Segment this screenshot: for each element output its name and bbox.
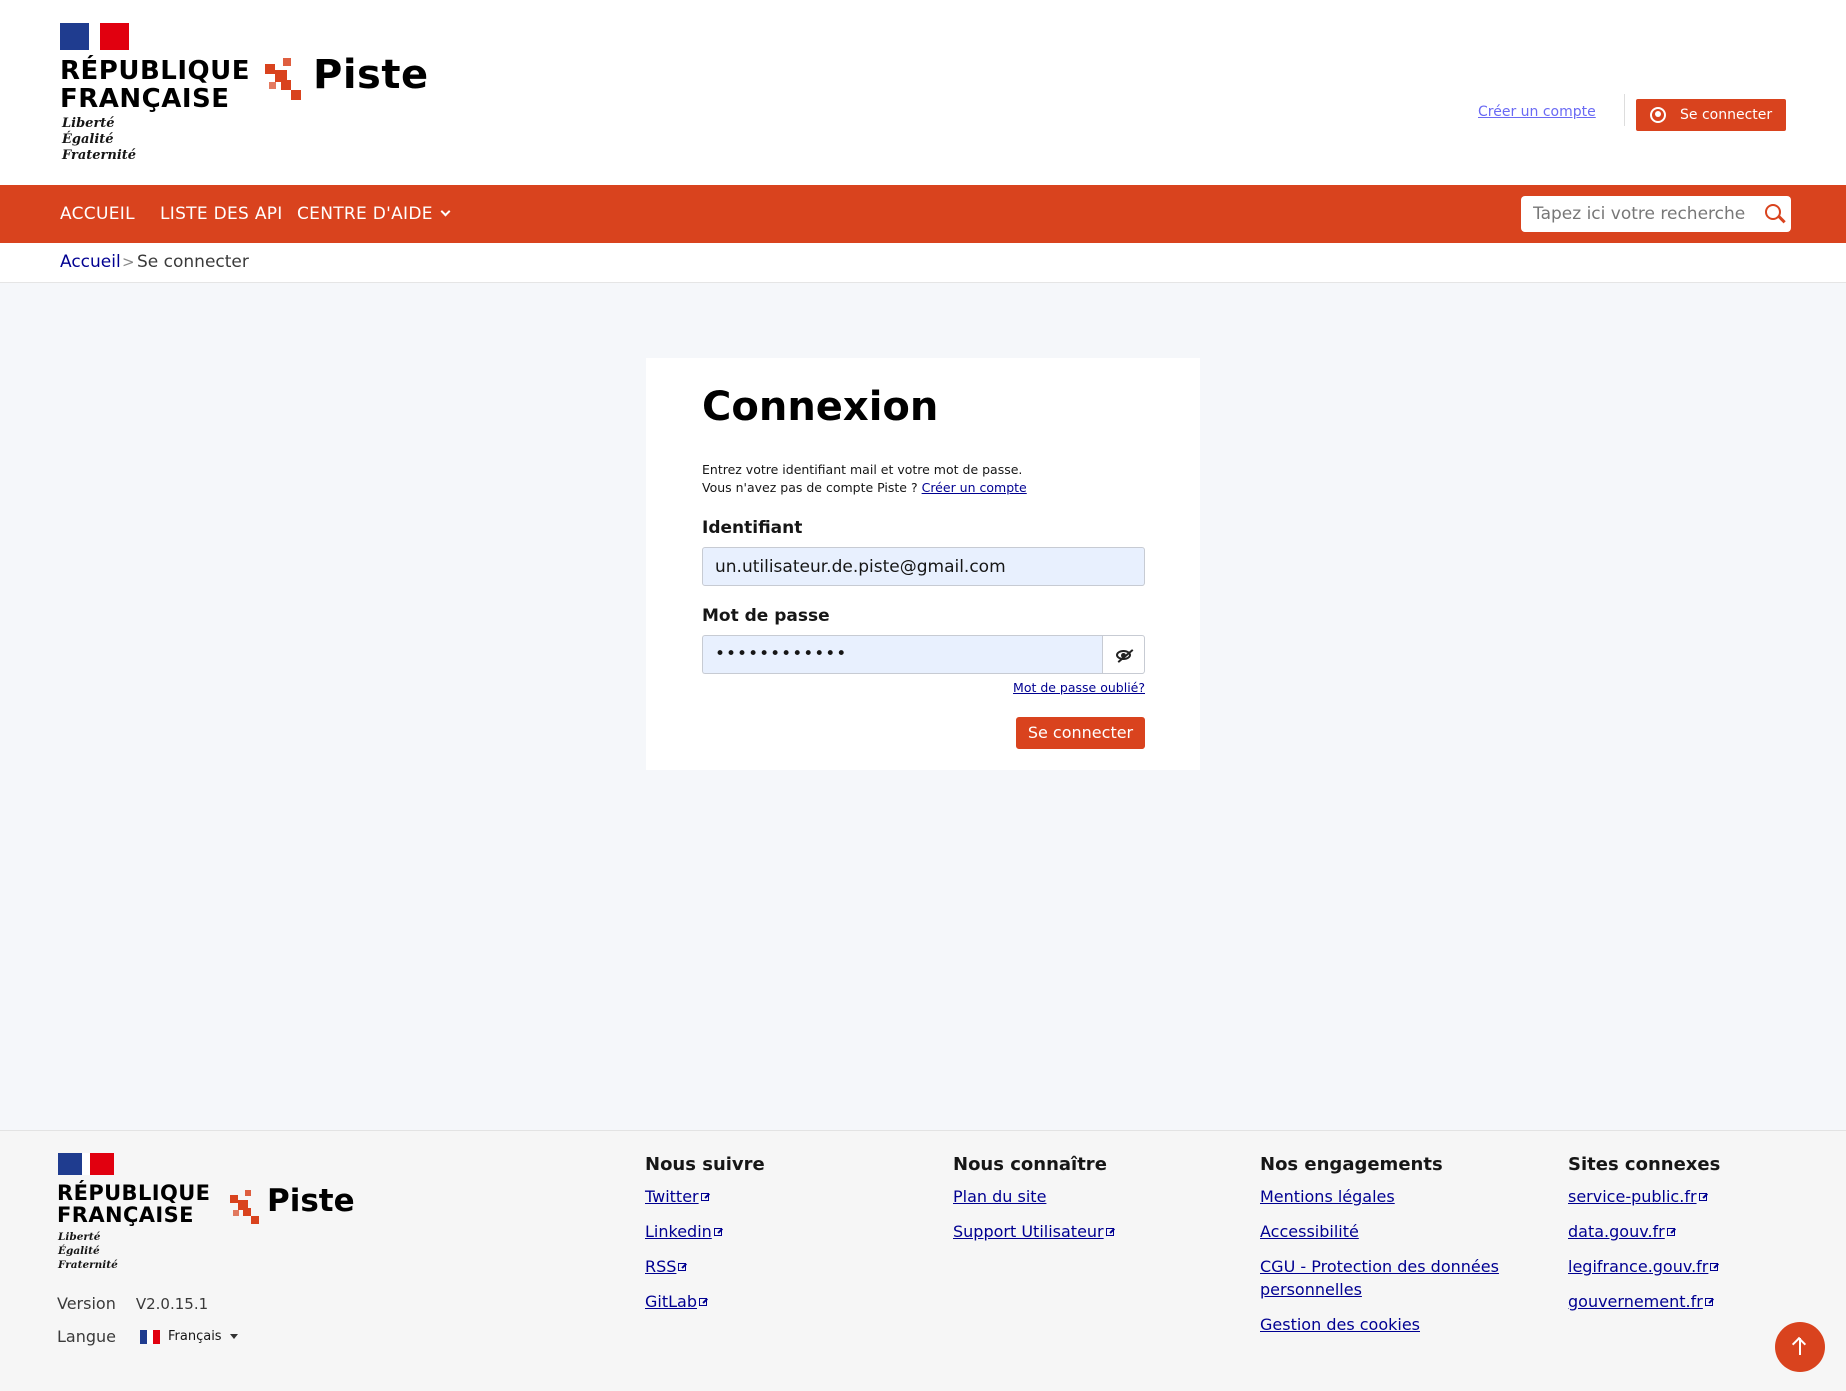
external-link-icon	[1704, 1298, 1713, 1306]
identifier-input[interactable]	[703, 548, 1144, 585]
intro-create-account-link[interactable]: Créer un compte	[922, 480, 1027, 495]
nav-item-centre-aide-label: CENTRE D'AIDE	[297, 204, 433, 224]
version-value: V2.0.15.1	[135, 1295, 209, 1313]
footer-link-support[interactable]: Support Utilisateur	[953, 1220, 1114, 1243]
eye-slash-icon	[1116, 650, 1131, 660]
back-to-top-button[interactable]	[1775, 1322, 1825, 1372]
footer-link-service-public[interactable]: service-public.fr	[1568, 1185, 1720, 1208]
republic-motto: Liberté Égalité Fraternité	[62, 116, 137, 163]
search-input[interactable]	[1521, 196, 1751, 232]
password-input[interactable]: ••••••••••••	[702, 635, 1102, 674]
search-icon[interactable]	[1765, 204, 1781, 220]
language-label: Langue	[57, 1327, 116, 1346]
footer-link-accessibilite[interactable]: Accessibilité	[1260, 1220, 1530, 1243]
piste-brand-name[interactable]: Piste	[313, 52, 429, 98]
footer-republic-motto: Liberté Égalité Fraternité	[58, 1231, 118, 1271]
toggle-password-visibility-button[interactable]	[1102, 635, 1145, 674]
header-login-button[interactable]: Se connecter	[1636, 99, 1786, 131]
header-divider	[1624, 94, 1625, 126]
piste-logo-icon[interactable]	[265, 58, 305, 104]
footer-marianne-flag-logo	[58, 1153, 114, 1175]
footer-link-linkedin[interactable]: Linkedin	[645, 1220, 765, 1243]
submit-login-button[interactable]: Se connecter	[1016, 717, 1145, 749]
version-label: Version	[57, 1294, 116, 1313]
footer-column-title: Nous connaître	[953, 1154, 1107, 1175]
breadcrumb-separator: >	[122, 253, 135, 271]
footer-version: Version V2.0.15.1	[57, 1294, 208, 1313]
footer-column-title: Nos engagements	[1260, 1154, 1443, 1175]
footer-column-title: Nous suivre	[645, 1154, 765, 1175]
footer-link-cookies[interactable]: Gestion des cookies	[1260, 1313, 1530, 1336]
footer-link-gitlab[interactable]: GitLab	[645, 1290, 765, 1313]
footer-link-legifrance[interactable]: legifrance.gouv.fr	[1568, 1255, 1720, 1278]
external-link-icon	[713, 1228, 722, 1236]
external-link-icon	[1105, 1228, 1114, 1236]
site-footer: RÉPUBLIQUE FRANÇAISE Liberté Égalité Fra…	[0, 1130, 1846, 1391]
external-link-icon	[1666, 1228, 1675, 1236]
header-login-label: Se connecter	[1680, 107, 1773, 123]
user-circle-icon	[1650, 107, 1666, 123]
footer-column-nous-suivre: Nous suivre Twitter Linkedin RSS GitLab	[645, 1154, 765, 1325]
nav-item-centre-aide[interactable]: CENTRE D'AIDE	[297, 204, 451, 224]
breadcrumb-home-link[interactable]: Accueil	[60, 252, 121, 272]
nav-item-liste-des-api[interactable]: LISTE DES API	[160, 204, 283, 224]
external-link-icon	[1698, 1193, 1707, 1201]
search-box	[1521, 196, 1791, 232]
external-link-icon	[699, 1298, 707, 1306]
footer-column-nos-engagements: Nos engagements Mentions légales Accessi…	[1260, 1154, 1530, 1348]
login-title: Connexion	[702, 384, 939, 430]
login-intro: Entrez votre identifiant mail et votre m…	[702, 461, 1027, 497]
footer-link-twitter[interactable]: Twitter	[645, 1185, 765, 1208]
create-account-link[interactable]: Créer un compte	[1478, 104, 1596, 120]
footer-link-rss[interactable]: RSS	[645, 1255, 765, 1278]
chevron-down-icon	[440, 206, 451, 217]
external-link-icon	[678, 1263, 687, 1271]
breadcrumb-current: Se connecter	[137, 252, 249, 272]
footer-piste-brand-name[interactable]: Piste	[267, 1183, 355, 1219]
footer-column-nous-connaitre: Nous connaître Plan du site Support Util…	[953, 1154, 1114, 1255]
footer-column-title: Sites connexes	[1568, 1154, 1721, 1175]
password-label: Mot de passe	[702, 606, 830, 626]
external-link-icon	[700, 1193, 709, 1201]
footer-language: Langue Français	[57, 1327, 238, 1346]
external-link-icon	[1710, 1263, 1719, 1271]
nav-item-accueil[interactable]: ACCUEIL	[60, 204, 135, 224]
password-field-group: ••••••••••••	[702, 635, 1145, 674]
language-selector[interactable]: Français	[168, 1329, 222, 1344]
login-intro-line1: Entrez votre identifiant mail et votre m…	[702, 462, 1023, 477]
footer-republique-francaise-title: RÉPUBLIQUE FRANÇAISE	[57, 1181, 211, 1227]
footer-link-data-gouv[interactable]: data.gouv.fr	[1568, 1220, 1720, 1243]
marianne-flag-logo	[60, 23, 129, 50]
identifier-field-wrapper	[702, 547, 1145, 586]
site-header: RÉPUBLIQUE FRANÇAISE Liberté Égalité Fra…	[0, 0, 1846, 185]
caret-down-icon[interactable]	[229, 1334, 238, 1339]
login-intro-line2: Vous n'avez pas de compte Piste ?	[702, 480, 918, 495]
footer-link-gouvernement[interactable]: gouvernement.fr	[1568, 1290, 1720, 1313]
breadcrumb: Accueil > Se connecter	[0, 243, 1846, 283]
forgot-password-link[interactable]: Mot de passe oublié?	[1013, 680, 1145, 695]
footer-piste-logo-icon[interactable]	[230, 1190, 262, 1228]
identifier-label: Identifiant	[702, 518, 803, 538]
footer-column-sites-connexes: Sites connexes service-public.fr data.go…	[1568, 1154, 1720, 1325]
login-card: Connexion Entrez votre identifiant mail …	[646, 358, 1200, 770]
french-flag-icon	[140, 1329, 161, 1344]
footer-link-mentions-legales[interactable]: Mentions légales	[1260, 1185, 1530, 1208]
footer-link-cgu[interactable]: CGU - Protection des données personnelle…	[1260, 1255, 1530, 1301]
footer-link-plan-du-site[interactable]: Plan du site	[953, 1185, 1114, 1208]
republique-francaise-title: RÉPUBLIQUE FRANÇAISE	[60, 56, 250, 114]
